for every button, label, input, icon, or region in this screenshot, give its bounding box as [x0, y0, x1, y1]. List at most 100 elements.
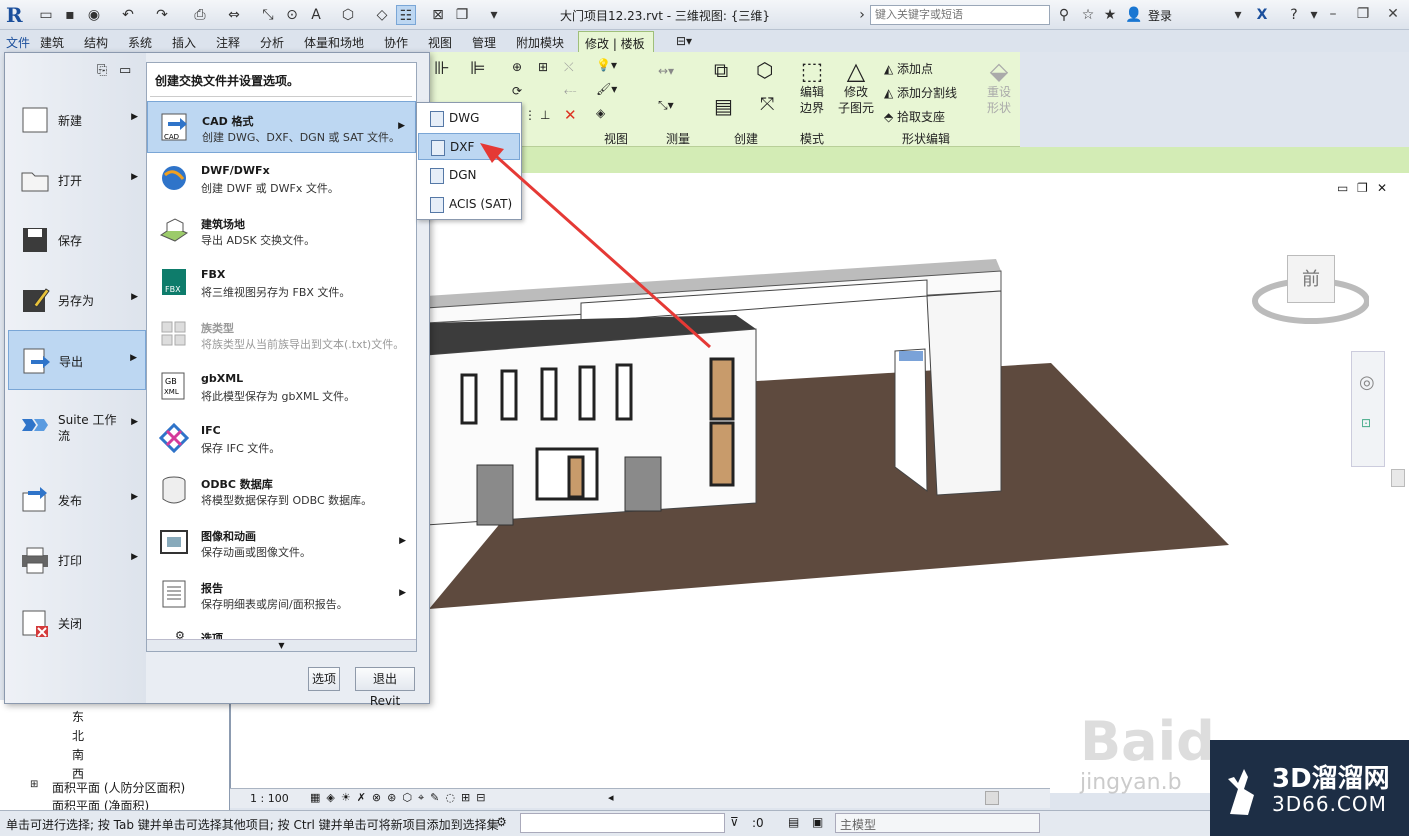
- dimension-icon[interactable]: ⤡: [258, 5, 278, 25]
- tag-icon[interactable]: ⊙: [282, 5, 302, 25]
- tab-file[interactable]: 文件: [6, 34, 30, 51]
- filter-icon[interactable]: ⊽: [730, 815, 739, 829]
- tree-expand-icon[interactable]: ⊞: [30, 779, 38, 790]
- create-group-icon[interactable]: ⧉: [714, 58, 728, 82]
- favorites-star-icon[interactable]: ★: [1100, 5, 1120, 25]
- add-split-line-button[interactable]: ◭ 添加分割线: [884, 84, 957, 101]
- menu-publish[interactable]: 发布 ▶: [8, 470, 146, 530]
- hide-bulb-icon[interactable]: 💡▾: [596, 58, 617, 72]
- subscription-icon[interactable]: ☆: [1078, 5, 1098, 25]
- tree-item-south[interactable]: 南: [72, 746, 84, 763]
- menu-print[interactable]: 打印 ▶: [8, 530, 146, 590]
- tab-addins[interactable]: 附加模块: [516, 34, 564, 51]
- align-icon[interactable]: ⊪: [434, 58, 450, 79]
- close-window-icon[interactable]: ✕: [1382, 3, 1404, 25]
- save-icon[interactable]: ▪: [60, 5, 80, 25]
- export-building-site[interactable]: 建筑场地 导出 ADSK 交换文件。: [147, 205, 416, 257]
- tab-insert[interactable]: 插入: [172, 34, 196, 51]
- thin-lines-icon[interactable]: ☷: [396, 5, 416, 25]
- modify-subelements-button[interactable]: △ 修改 子图元: [834, 58, 878, 116]
- menu-save[interactable]: 保存: [8, 210, 146, 270]
- exit-revit-button[interactable]: 退出 Revit: [355, 667, 415, 708]
- move-icon[interactable]: ⊕: [512, 60, 522, 74]
- editing-requests-icon[interactable]: ▤: [788, 815, 799, 829]
- submenu-scroll-down-icon[interactable]: ▼: [147, 639, 416, 651]
- ribbon-display-icon[interactable]: ⊟▾: [676, 34, 692, 48]
- tab-modify-floor[interactable]: 修改 | 楼板: [578, 31, 654, 53]
- pin-icon[interactable]: ⊥: [540, 108, 550, 122]
- export-family-types[interactable]: 族类型 将族类型从当前族导出到文本(.txt)文件。: [147, 309, 416, 361]
- steering-wheel-icon[interactable]: ◎: [1359, 372, 1375, 393]
- customize-qat-icon[interactable]: ▾: [484, 5, 504, 25]
- export-gbxml[interactable]: GB XML gbXML 将此模型保存为 gbXML 文件。: [147, 361, 416, 413]
- measure-angle-icon[interactable]: ⤡▾: [658, 98, 674, 113]
- paint-brush-icon[interactable]: 🖌▾: [596, 82, 617, 96]
- zoom-region-icon[interactable]: ⊡: [1361, 416, 1371, 430]
- open-icon[interactable]: ▭: [36, 5, 56, 25]
- print-icon[interactable]: ⎙: [190, 5, 210, 25]
- view-cube-face-front[interactable]: 前: [1287, 255, 1335, 303]
- view-control-icons[interactable]: ▦◈☀✗⊗⊛⬡⌖✎◌⊞⊟: [310, 791, 491, 805]
- export-images-animations[interactable]: 图像和动画 保存动画或图像文件。 ▶: [147, 517, 416, 569]
- export-fbx[interactable]: FBX FBX 将三维视图另存为 FBX 文件。: [147, 257, 416, 309]
- tree-item-north[interactable]: 北: [72, 727, 84, 744]
- workset-icon[interactable]: ⚙: [496, 815, 507, 829]
- trim-icon[interactable]: ⤬: [564, 60, 574, 75]
- export-dwf[interactable]: DWF/DWFx 创建 DWF 或 DWFx 文件。: [147, 153, 416, 205]
- design-option-combo[interactable]: 主模型: [835, 813, 1040, 833]
- text-icon[interactable]: A: [306, 5, 326, 25]
- redo-icon[interactable]: ↷: [152, 5, 172, 25]
- create-similar-icon[interactable]: ▤: [714, 94, 733, 118]
- revit-logo-icon[interactable]: R: [6, 3, 23, 27]
- tab-manage[interactable]: 管理: [472, 34, 496, 51]
- export-ifc[interactable]: IFC 保存 IFC 文件。: [147, 413, 416, 465]
- menu-new[interactable]: 新建 ▶: [8, 90, 146, 150]
- assembly-icon[interactable]: ⤧: [760, 94, 774, 115]
- delete-icon[interactable]: ✕: [564, 106, 577, 124]
- add-point-button[interactable]: ◭ 添加点: [884, 60, 933, 77]
- design-options-icon[interactable]: ▣: [812, 815, 823, 829]
- menu-suite-workflow[interactable]: Suite 工作流 ▶: [8, 395, 146, 455]
- create-part-icon[interactable]: ⬡: [756, 58, 773, 82]
- workset-combo[interactable]: [520, 813, 725, 833]
- restore-icon[interactable]: ❐: [1352, 3, 1374, 25]
- reset-shape-button[interactable]: ⬙ 重设 形状: [982, 58, 1016, 116]
- help-dropdown-icon[interactable]: ▾: [1304, 5, 1324, 25]
- help-icon[interactable]: ?: [1284, 5, 1304, 25]
- export-odbc[interactable]: ODBC 数据库 将模型数据保存到 ODBC 数据库。: [147, 465, 416, 517]
- view-cube-small-icon[interactable]: ◈: [596, 106, 605, 120]
- view-restore-icon[interactable]: ❐: [1357, 181, 1368, 195]
- section-icon[interactable]: ◇: [372, 5, 392, 25]
- tab-structure[interactable]: 结构: [84, 34, 108, 51]
- tree-item-east[interactable]: 东: [72, 708, 84, 725]
- tab-massing-site[interactable]: 体量和场地: [304, 34, 364, 51]
- mirror-icon[interactable]: ⊫: [470, 58, 486, 79]
- export-cad-formats[interactable]: CAD CAD 格式 创建 DWG、DXF、DGN 或 SAT 文件。 ▶: [147, 101, 416, 153]
- menu-close[interactable]: 关闭: [8, 593, 146, 653]
- close-hidden-icon[interactable]: ⊠: [428, 5, 448, 25]
- menu-save-as[interactable]: 另存为 ▶: [8, 270, 146, 330]
- binoculars-icon[interactable]: ⚲: [1054, 5, 1074, 25]
- open-documents-icon[interactable]: ▭: [119, 63, 131, 78]
- sync-icon[interactable]: ◉: [84, 5, 104, 25]
- recent-documents-icon[interactable]: ⎘: [97, 63, 107, 78]
- exchange-apps-icon[interactable]: X: [1252, 5, 1272, 25]
- copy-icon[interactable]: ⊞: [538, 60, 548, 74]
- 3d-view-icon[interactable]: ⬡: [338, 5, 358, 25]
- view-scale[interactable]: 1 : 100: [250, 792, 289, 805]
- menu-open[interactable]: 打开 ▶: [8, 150, 146, 210]
- cad-export-dwg[interactable]: DWG: [418, 105, 520, 132]
- export-options[interactable]: ⚙ 选项: [147, 621, 416, 639]
- switch-windows-icon[interactable]: ❐: [452, 5, 472, 25]
- export-reports[interactable]: 报告 保存明细表或房间/面积报告。 ▶: [147, 569, 416, 621]
- edit-boundary-button[interactable]: ⬚ 编辑 边界: [796, 58, 828, 116]
- scroll-left-icon[interactable]: ◂: [608, 791, 614, 804]
- options-button[interactable]: 选项: [308, 667, 340, 691]
- tab-systems[interactable]: 系统: [128, 34, 152, 51]
- tab-annotate[interactable]: 注释: [216, 34, 240, 51]
- view-cube[interactable]: 前: [1249, 251, 1370, 331]
- login-dropdown-icon[interactable]: ▾: [1228, 5, 1248, 25]
- menu-export[interactable]: 导出 ▶: [8, 330, 146, 390]
- rotate-icon[interactable]: ⟳: [512, 84, 522, 98]
- login-button[interactable]: 登录: [1148, 7, 1172, 24]
